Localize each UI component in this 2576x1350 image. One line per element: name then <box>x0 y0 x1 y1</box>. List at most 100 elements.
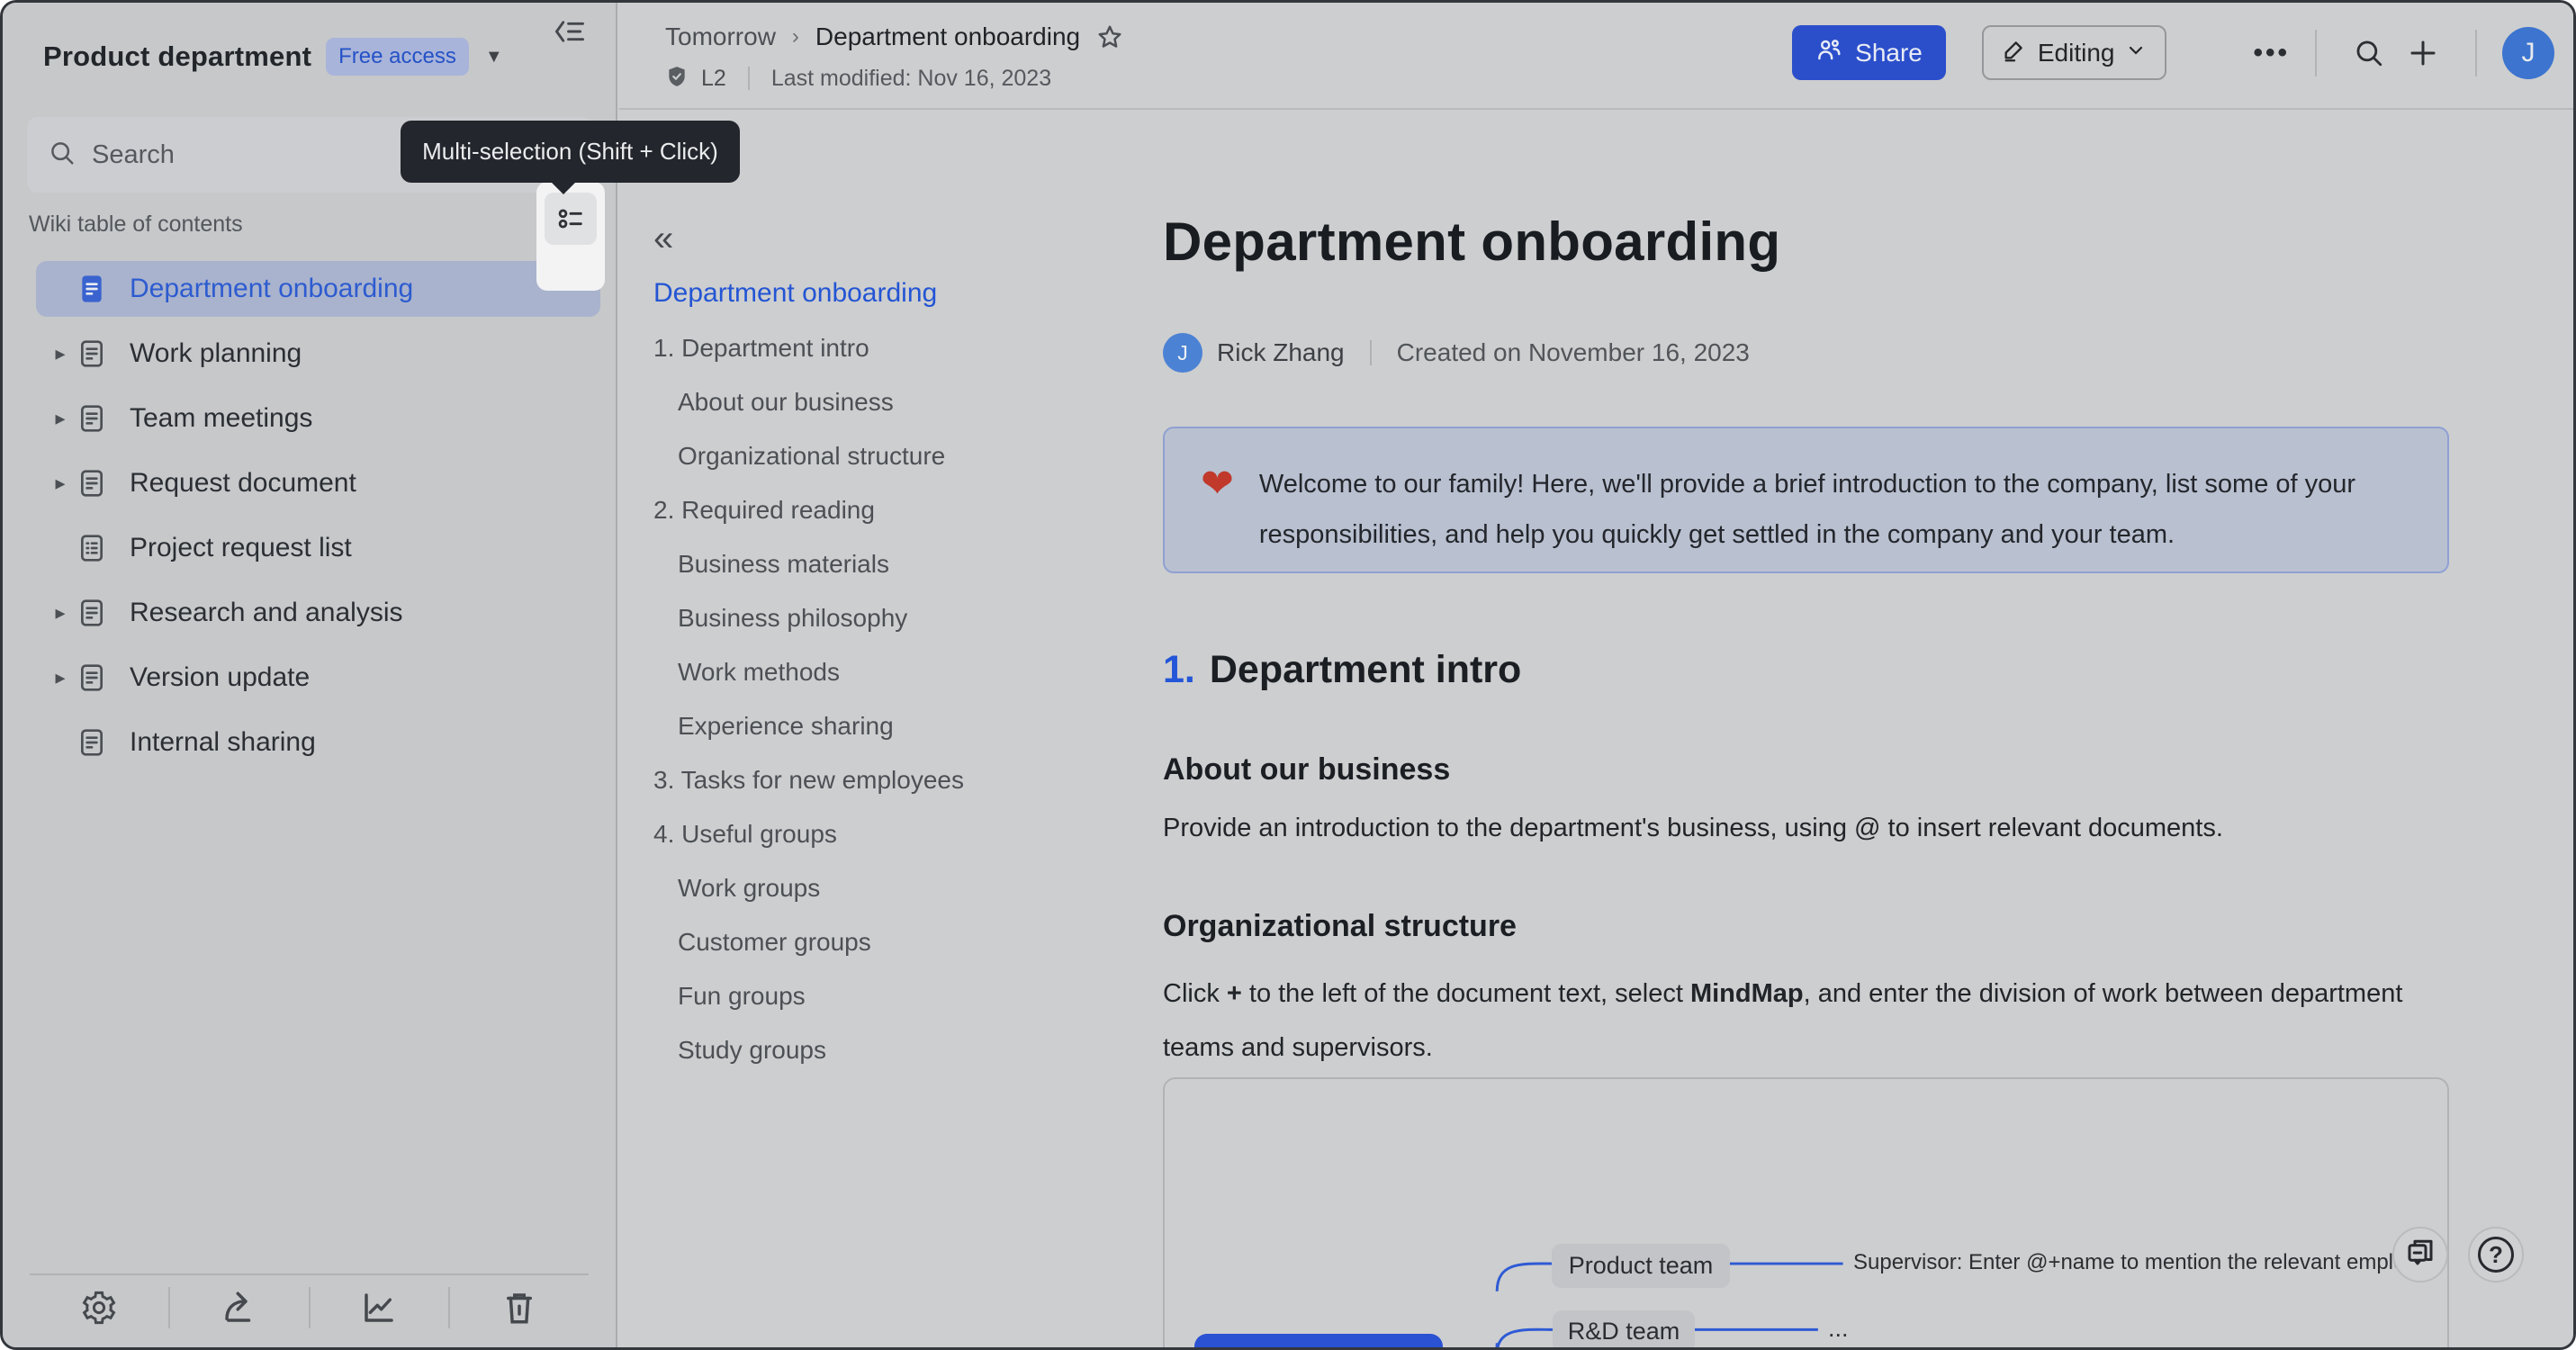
toc-item[interactable]: 4. Useful groups <box>653 807 1157 861</box>
share-people-icon <box>1815 36 1842 69</box>
share-label: Share <box>1855 39 1923 68</box>
mindmap-root-node[interactable] <box>1194 1334 1443 1350</box>
avatar[interactable]: J <box>2502 27 2554 79</box>
doc-filled-icon <box>77 274 106 303</box>
toc-item[interactable]: Work groups <box>653 861 1157 915</box>
doc-grid-icon <box>77 534 106 562</box>
divider <box>748 67 750 90</box>
last-modified-text: Last modified: Nov 16, 2023 <box>771 66 1051 92</box>
toc-item[interactable]: 3. Tasks for new employees <box>653 753 1157 807</box>
mindmap-connector-lines <box>1165 1079 2447 1350</box>
workspace-header[interactable]: Product department Free access ▼ <box>43 30 589 84</box>
welcome-callout: ❤ Welcome to our family! Here, we'll pro… <box>1163 427 2449 573</box>
breadcrumb: Tomorrow › Department onboarding L2 Last… <box>665 17 1123 93</box>
more-menu-button[interactable]: ••• <box>2253 38 2290 68</box>
doc-outline-icon <box>77 404 106 433</box>
header-actions: Share Editing ••• <box>1792 25 2554 80</box>
mindmap-node-product-team[interactable]: Product team <box>1552 1244 1730 1288</box>
collapse-sidebar-icon[interactable] <box>549 14 590 50</box>
author-row: J Rick Zhang Created on November 16, 202… <box>1163 333 1750 373</box>
heading-text: Department intro <box>1210 648 1521 691</box>
document-toc-panel: « Department onboarding 1. Department in… <box>653 222 1157 1077</box>
breadcrumb-current[interactable]: Department onboarding <box>815 22 1080 51</box>
sidebar-item-internal-sharing[interactable]: Internal sharing <box>36 715 600 770</box>
expand-arrow-icon[interactable]: ▸ <box>43 601 77 625</box>
doc-outline-icon <box>77 663 106 692</box>
multi-selection-icon[interactable] <box>545 193 597 245</box>
org-paragraph: Click + to the left of the document text… <box>1163 967 2449 1075</box>
share-button[interactable]: Share <box>1792 25 1946 80</box>
document-header: Tomorrow › Department onboarding L2 Last… <box>619 3 2573 110</box>
help-button[interactable]: ? <box>2468 1227 2524 1282</box>
chevron-down-icon[interactable]: ▼ <box>485 47 503 68</box>
toc-item[interactable]: Work methods <box>653 645 1157 699</box>
wiki-sidebar: Product department Free access ▼ Wiki ta… <box>3 3 617 1347</box>
settings-gear-icon[interactable] <box>30 1287 168 1328</box>
expand-arrow-icon[interactable]: ▸ <box>43 472 77 495</box>
sidebar-footer <box>30 1274 589 1340</box>
security-shield-icon <box>665 65 689 93</box>
mindmap-block[interactable]: Product team R&D team Supervisor: Enter … <box>1163 1077 2449 1350</box>
callout-text: Welcome to our family! Here, we'll provi… <box>1259 459 2411 560</box>
mindmap-ellipsis: ... <box>1828 1315 1849 1343</box>
about-paragraph: Provide an introduction to the departmen… <box>1163 814 2223 843</box>
mindmap-node-rd-team[interactable]: R&D team <box>1553 1310 1695 1350</box>
collapse-toc-icon[interactable]: « <box>653 222 673 258</box>
wiki-toc-section-row: Wiki table of contents + <box>29 202 598 246</box>
expand-arrow-icon[interactable]: ▸ <box>43 407 77 430</box>
app-window: Product department Free access ▼ Wiki ta… <box>0 0 2576 1350</box>
security-level[interactable]: L2 <box>701 66 726 92</box>
sidebar-item-work-planning[interactable]: ▸ Work planning <box>36 326 600 382</box>
expand-arrow-icon[interactable]: ▸ <box>43 342 77 365</box>
sidebar-item-request-document[interactable]: ▸ Request document <box>36 455 600 511</box>
sidebar-item-team-meetings[interactable]: ▸ Team meetings <box>36 391 600 446</box>
author-avatar[interactable]: J <box>1163 333 1202 373</box>
toc-item[interactable]: 2. Required reading <box>653 483 1157 537</box>
search-icon[interactable] <box>2347 32 2391 75</box>
toc-item[interactable]: Business philosophy <box>653 591 1157 645</box>
sidebar-item-research-and-analysis[interactable]: ▸ Research and analysis <box>36 585 600 641</box>
comments-button[interactable] <box>2392 1227 2448 1282</box>
expand-arrow-icon[interactable]: ▸ <box>43 666 77 689</box>
divider <box>1370 340 1372 365</box>
toc-item[interactable]: Experience sharing <box>653 699 1157 753</box>
heading-organizational-structure: Organizational structure <box>1163 909 1517 944</box>
divider <box>2475 30 2477 76</box>
free-access-badge: Free access <box>326 38 469 76</box>
share-export-icon[interactable] <box>168 1287 309 1328</box>
toc-item[interactable]: Study groups <box>653 1023 1157 1077</box>
trash-icon[interactable] <box>448 1287 589 1328</box>
sidebar-item-label: Department onboarding <box>130 274 413 304</box>
sidebar-item-project-request-list[interactable]: Project request list <box>36 520 600 576</box>
author-name[interactable]: Rick Zhang <box>1217 338 1345 367</box>
toc-item[interactable]: 1. Department intro <box>653 321 1157 375</box>
editing-mode-button[interactable]: Editing <box>1982 25 2167 80</box>
multi-selection-tooltip: Multi-selection (Shift + Click) <box>401 121 740 183</box>
editing-label: Editing <box>2038 39 2115 68</box>
heading-about-our-business: About our business <box>1163 752 1450 788</box>
doc-outline-icon <box>77 469 106 498</box>
analytics-chart-icon[interactable] <box>309 1287 449 1328</box>
doc-outline-icon <box>77 728 106 757</box>
sidebar-item-label: Internal sharing <box>130 727 316 758</box>
create-new-icon[interactable] <box>2401 32 2445 75</box>
toc-item[interactable]: About our business <box>653 375 1157 429</box>
breadcrumb-parent[interactable]: Tomorrow <box>665 22 776 51</box>
toc-item[interactable]: Fun groups <box>653 969 1157 1023</box>
toc-title[interactable]: Department onboarding <box>653 278 1157 309</box>
star-icon[interactable] <box>1096 23 1123 50</box>
toc-item[interactable]: Organizational structure <box>653 429 1157 483</box>
doc-outline-icon <box>77 339 106 368</box>
workspace-title: Product department <box>43 40 311 73</box>
sidebar-item-version-update[interactable]: ▸ Version update <box>36 650 600 706</box>
mindmap-supervisor-note: Supervisor: Enter @+name to mention the … <box>1853 1250 2440 1275</box>
toc-item[interactable]: Business materials <box>653 537 1157 591</box>
sidebar-item-department-onboarding[interactable]: Department onboarding <box>36 261 600 317</box>
breadcrumb-separator-icon: › <box>792 24 799 50</box>
page-title: Department onboarding <box>1163 211 1780 273</box>
comment-page-icon <box>2404 1237 2436 1274</box>
sidebar-item-label: Team meetings <box>130 403 312 434</box>
toc-item[interactable]: Customer groups <box>653 915 1157 969</box>
created-date: Created on November 16, 2023 <box>1397 338 1750 367</box>
sidebar-item-label: Request document <box>130 468 356 499</box>
